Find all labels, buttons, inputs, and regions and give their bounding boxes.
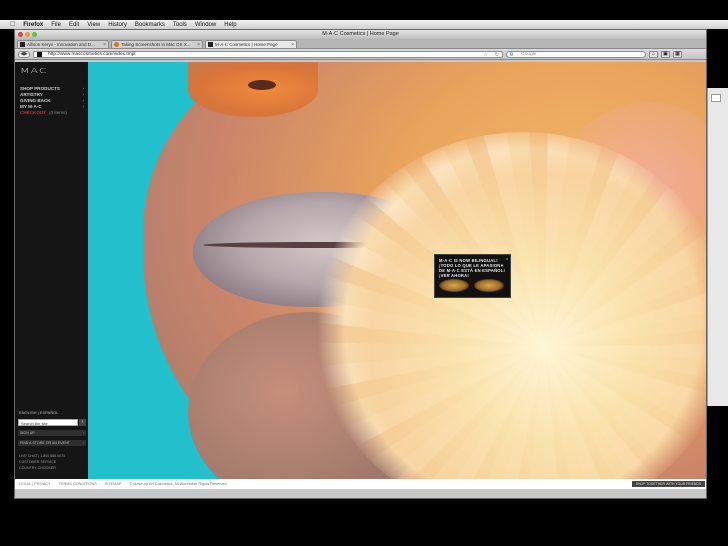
sidebar-menu: SHOP PRODUCTS › ARTISTRY › GIVING BACK ›…	[20, 86, 84, 116]
url-text: http://www.maccosmetics.com/index.tmpl	[48, 51, 136, 57]
toolbar-icon[interactable]: ▦	[673, 50, 682, 58]
zoom-window-icon[interactable]	[32, 32, 37, 37]
checkout-count: (0 items)	[49, 110, 67, 115]
toolbar-icon[interactable]: ▣	[661, 50, 670, 58]
chevron-right-icon: ›	[82, 441, 84, 445]
footer-terms-link[interactable]: TERMS CONDITIONS	[59, 482, 97, 486]
tab-screenshots[interactable]: Taking Screenshots in Mac OS X... ×	[111, 40, 203, 48]
url-bar[interactable]: http://www.maccosmetics.com/index.tmpl ☆…	[33, 50, 503, 58]
shop-together-button[interactable]: SHOP TOGETHER WITH YOUR FRIENDS	[631, 481, 705, 487]
tab-mac-cosmetics[interactable]: M·A·C Cosmetics | Home Page ×	[205, 40, 297, 48]
tab-bar: Allison Keryx - Innovation and D... × Ta…	[15, 39, 706, 49]
window-title: M·A·C Cosmetics | Home Page	[322, 31, 399, 37]
menu-tools[interactable]: Tools	[173, 22, 187, 28]
page-favicon-icon	[208, 42, 213, 47]
signup-button[interactable]: SIGN UP ›	[18, 430, 86, 436]
background-window[interactable]	[707, 88, 728, 406]
hero-nose	[188, 62, 318, 117]
tab-close-icon[interactable]: ×	[197, 42, 200, 48]
signup-label: SIGN UP	[20, 431, 35, 435]
browser-window: M·A·C Cosmetics | Home Page Allison Kery…	[14, 29, 707, 499]
web-search-input[interactable]: g Google	[506, 50, 646, 58]
mac-logo[interactable]: MAC	[20, 67, 48, 75]
search-go-button[interactable]: ›	[79, 419, 86, 426]
sidebar-item-label: CHECKOUT	[20, 110, 47, 115]
bookmark-star-icon[interactable]: ☆	[484, 52, 488, 58]
search-placeholder: Google	[521, 51, 537, 57]
site-search-input[interactable]: Search the site	[18, 419, 78, 426]
window-titlebar: M·A·C Cosmetics | Home Page	[15, 30, 706, 39]
tab-label: M·A·C Cosmetics | Home Page	[215, 42, 278, 47]
chevron-right-icon: ›	[82, 104, 84, 109]
site-favicon-icon	[37, 52, 42, 57]
tab-label: Taking Screenshots in Mac OS X...	[121, 42, 191, 47]
menu-bookmarks[interactable]: Bookmarks	[135, 22, 165, 28]
hero-nostril	[248, 80, 276, 90]
page-favicon-icon	[20, 42, 25, 47]
back-forward-button[interactable]: ◀▶	[18, 50, 30, 58]
close-icon[interactable]: x	[506, 256, 508, 261]
menu-app-name[interactable]: Firefox	[23, 22, 43, 28]
country-chooser-link[interactable]: COUNTRY CHOOSER	[19, 466, 56, 470]
hero-image[interactable]: x M·A·C IS NOW BILINGUAL! ¡TODO LO QUE L…	[88, 62, 706, 489]
menu-window[interactable]: Window	[195, 22, 216, 28]
bilingual-promo-popup[interactable]: x M·A·C IS NOW BILINGUAL! ¡TODO LO QUE L…	[434, 254, 511, 298]
reload-icon[interactable]: ↻	[495, 52, 499, 58]
customer-service-link[interactable]: CUSTOMER SERVICE	[19, 460, 56, 464]
language-switch[interactable]: ENGLISH | ESPAÑOL	[19, 410, 58, 415]
home-icon[interactable]: ⌂	[649, 50, 658, 58]
mac-menu-bar:  Firefox File Edit View History Bookmar…	[0, 20, 728, 29]
promo-lips-images	[439, 279, 504, 292]
menu-history[interactable]: History	[108, 22, 127, 28]
background-window-control	[711, 94, 721, 102]
minimize-window-icon[interactable]	[25, 32, 30, 37]
promo-lips-image	[439, 279, 469, 292]
page-favicon-icon	[114, 42, 119, 47]
footer-legal-link[interactable]: LEGAL | PRIVACY	[19, 482, 51, 486]
footer-sitemap-link[interactable]: SITEMAP	[105, 482, 122, 486]
menu-edit[interactable]: Edit	[69, 22, 79, 28]
navigation-toolbar: ◀▶ http://www.maccosmetics.com/index.tmp…	[15, 49, 706, 60]
promo-link[interactable]: ¡VER AHORA!	[439, 273, 506, 278]
page-footer: LEGAL | PRIVACY TERMS CONDITIONS SITEMAP…	[15, 479, 706, 489]
find-store-label: FIND A STORE OR AN EVENT	[20, 441, 70, 445]
menu-file[interactable]: File	[51, 22, 61, 28]
tab-allison-keryx[interactable]: Allison Keryx - Innovation and D... ×	[17, 40, 109, 48]
menu-view[interactable]: View	[87, 22, 100, 28]
traffic-lights	[18, 32, 37, 37]
google-icon: g	[510, 51, 513, 57]
page-content: MAC SHOP PRODUCTS › ARTISTRY › GIVING BA…	[15, 62, 706, 489]
footer-copyright: © Make-up Art Cosmetics. All Worldwide R…	[129, 482, 228, 486]
apple-icon[interactable]: 	[10, 21, 15, 28]
live-chat-link[interactable]: LIVE CHAT | 1.800.588.0070	[19, 454, 65, 458]
chevron-right-icon: ›	[82, 431, 84, 435]
tab-close-icon[interactable]: ×	[103, 42, 106, 48]
menu-help[interactable]: Help	[224, 22, 236, 28]
promo-lips-image	[474, 279, 504, 292]
tab-label: Allison Keryx - Innovation and D...	[27, 42, 95, 47]
sidebar-item-checkout[interactable]: CHECKOUT (0 items)	[20, 110, 84, 116]
tab-close-icon[interactable]: ×	[291, 42, 294, 48]
find-store-button[interactable]: FIND A STORE OR AN EVENT ›	[18, 440, 86, 446]
sidebar: MAC SHOP PRODUCTS › ARTISTRY › GIVING BA…	[15, 62, 88, 489]
close-window-icon[interactable]	[18, 32, 23, 37]
